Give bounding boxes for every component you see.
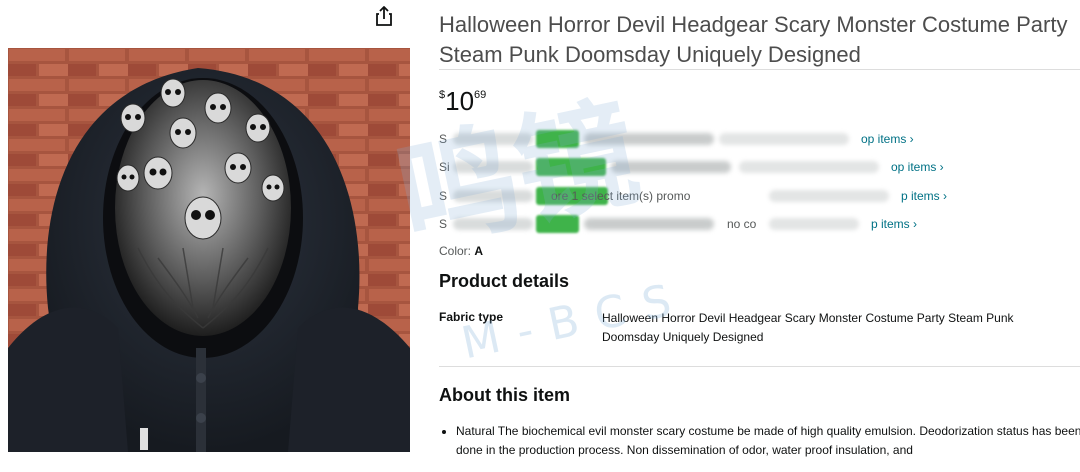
promo-redaction <box>769 190 889 202</box>
price-fraction: 69 <box>474 89 487 101</box>
promo-badge <box>536 158 606 176</box>
promo-link[interactable]: p items › <box>871 214 917 234</box>
product-details-heading: Product details <box>439 271 570 291</box>
promo-row: S op items › <box>439 129 1069 149</box>
promo-link[interactable]: p items › <box>901 186 947 206</box>
detail-value-fabric-type: Halloween Horror Devil Headgear Scary Mo… <box>602 311 1014 344</box>
promo-redaction <box>584 133 714 145</box>
promo-redaction <box>719 133 849 145</box>
price: $1069 <box>439 86 486 116</box>
promo-redaction <box>739 161 879 173</box>
color-label: Color: <box>439 244 472 258</box>
promo-lead: S <box>439 217 448 231</box>
product-info: Halloween Horror Devil Headgear Scary Mo… <box>439 0 1080 472</box>
promo-redaction <box>611 161 731 173</box>
about-bullet: Natural The biochemical evil monster sca… <box>456 422 1080 460</box>
promo-redaction <box>453 190 533 202</box>
image-pane <box>0 0 420 472</box>
share-icon[interactable] <box>372 4 396 28</box>
promo-link[interactable]: op items › <box>891 157 944 177</box>
promo-row: S ore 1 select item(s) promo p items › <box>439 186 1069 206</box>
promo-redaction <box>584 218 714 230</box>
title-divider <box>439 69 1080 70</box>
detail-label-fabric-type: Fabric type <box>439 310 504 324</box>
promo-lead: S <box>439 132 448 146</box>
product-image[interactable] <box>8 48 410 452</box>
promo-redaction <box>769 218 859 230</box>
promo-redaction <box>453 133 533 145</box>
promo-link[interactable]: op items › <box>861 129 914 149</box>
price-symbol: $ <box>439 89 446 101</box>
promo-row: Si op items › <box>439 157 1069 177</box>
promo-text: no co <box>727 217 757 231</box>
promo-badge <box>536 215 579 233</box>
promo-lead: S <box>439 189 448 203</box>
promo-redaction <box>453 161 533 173</box>
promo-text: ore 1 select item(s) promo <box>551 189 691 203</box>
about-heading: About this item <box>439 385 570 405</box>
promo-row: S no co p items › <box>439 214 1069 234</box>
section-divider <box>439 366 1080 367</box>
color-value: A <box>474 244 484 258</box>
price-whole: 10 <box>445 86 475 116</box>
promo-redaction <box>453 218 533 230</box>
product-title: Halloween Horror Devil Headgear Scary Mo… <box>439 12 1068 67</box>
promo-badge <box>536 130 579 148</box>
promo-lead: Si <box>439 160 450 174</box>
color-selection: Color: A <box>439 244 483 258</box>
about-bullets: Natural The biochemical evil monster sca… <box>439 422 1080 460</box>
